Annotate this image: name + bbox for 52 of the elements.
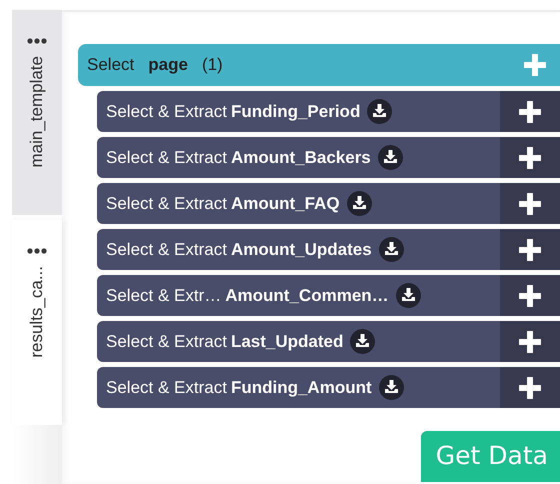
row-name: Amount_FAQ bbox=[230, 194, 340, 214]
row-label: Select & Extract bbox=[106, 194, 227, 214]
plus-icon bbox=[519, 330, 541, 352]
add-button[interactable] bbox=[500, 137, 560, 178]
side-tab[interactable]: results_ca... bbox=[12, 220, 62, 425]
plus-icon bbox=[519, 238, 541, 260]
selector-label: Select bbox=[87, 55, 134, 75]
add-button[interactable] bbox=[500, 91, 560, 132]
tab-label: main_template bbox=[27, 56, 47, 168]
selector-name: page bbox=[148, 55, 188, 75]
download-icon[interactable] bbox=[346, 191, 372, 216]
add-button[interactable] bbox=[500, 275, 560, 316]
row-label: Select & Extract bbox=[106, 332, 227, 352]
row-label: Select & Extr… bbox=[106, 286, 222, 306]
row-name: Amount_Updates bbox=[230, 240, 372, 260]
add-button[interactable] bbox=[500, 229, 560, 270]
download-icon[interactable] bbox=[378, 237, 404, 262]
extract-row[interactable]: Select & Extract Amount_Backers bbox=[97, 137, 560, 178]
row-label: Select & Extract bbox=[106, 102, 227, 122]
extract-row[interactable]: Select & Extract Amount_FAQ bbox=[97, 183, 560, 224]
plus-icon bbox=[519, 284, 541, 306]
plus-icon bbox=[519, 192, 541, 214]
plus-icon bbox=[519, 100, 541, 122]
selector-row[interactable]: Select page (1) bbox=[78, 44, 560, 86]
more-icon[interactable] bbox=[27, 38, 47, 44]
plus-icon bbox=[519, 376, 541, 398]
row-label: Select & Extract bbox=[106, 148, 227, 168]
download-icon[interactable] bbox=[378, 375, 404, 400]
row-name: Amount_Backers bbox=[230, 148, 371, 168]
tab-label: results_ca... bbox=[27, 266, 47, 358]
download-icon[interactable] bbox=[378, 145, 403, 170]
row-label: Select & Extract bbox=[106, 378, 227, 398]
add-button[interactable] bbox=[500, 183, 560, 224]
plus-icon bbox=[519, 146, 541, 168]
download-icon[interactable] bbox=[367, 99, 392, 124]
download-icon[interactable] bbox=[350, 329, 376, 354]
more-icon[interactable] bbox=[27, 248, 47, 254]
row-name: Last_Updated bbox=[230, 332, 344, 352]
add-button[interactable] bbox=[500, 321, 560, 362]
extract-row[interactable]: Select & Extract Last_Updated bbox=[97, 321, 560, 362]
extract-row[interactable]: Select & Extract Funding_Amount bbox=[97, 367, 560, 408]
row-name: Funding_Amount bbox=[230, 378, 372, 398]
extract-row[interactable]: Select & Extract Amount_Updates bbox=[97, 229, 560, 270]
selector-count: (1) bbox=[202, 55, 223, 75]
extract-row[interactable]: Select & Extr… Amount_Commen… bbox=[97, 275, 560, 316]
row-label: Select & Extract bbox=[106, 240, 227, 260]
add-button[interactable] bbox=[500, 367, 560, 408]
row-name: Amount_Commen… bbox=[225, 286, 389, 306]
row-name: Funding_Period bbox=[230, 102, 360, 122]
extract-row[interactable]: Select & Extract Funding_Period bbox=[97, 91, 560, 132]
side-tab[interactable]: main_template bbox=[12, 10, 62, 215]
download-icon[interactable] bbox=[396, 283, 421, 308]
